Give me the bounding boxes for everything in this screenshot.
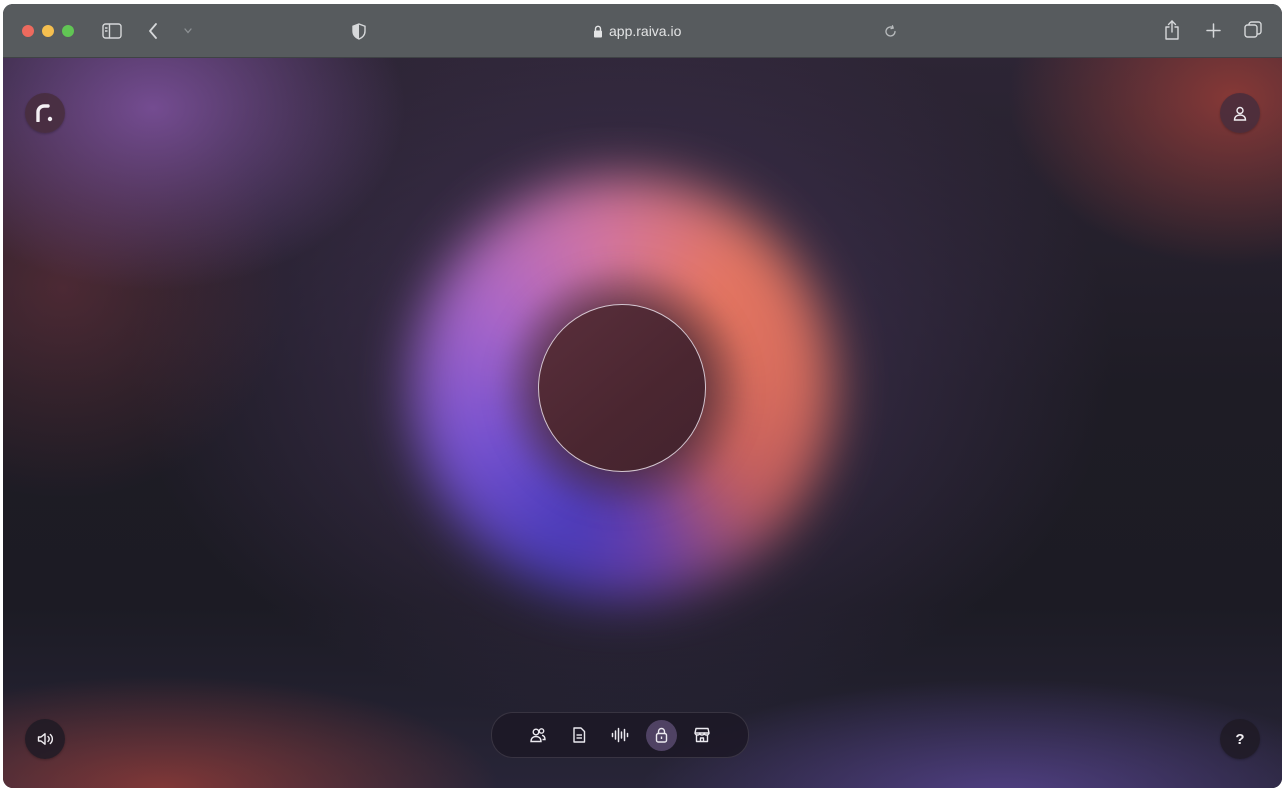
help-label: ? (1235, 730, 1245, 748)
shield-icon[interactable] (350, 21, 368, 41)
sidebar-icon[interactable] (101, 21, 123, 41)
reload-icon[interactable] (881, 22, 899, 40)
storefront-icon[interactable] (687, 720, 718, 751)
voice-orb-core[interactable] (538, 304, 706, 472)
chevron-left-icon[interactable] (145, 20, 161, 42)
lock-icon (593, 25, 603, 38)
speaker-icon[interactable] (25, 719, 65, 759)
document-icon[interactable] (564, 720, 595, 751)
share-icon[interactable] (1163, 19, 1181, 41)
browser-window: app.raiva.io ? (3, 4, 1282, 788)
waveform-icon[interactable] (605, 720, 636, 751)
address-bar[interactable]: app.raiva.io (593, 21, 681, 41)
browser-toolbar: app.raiva.io (3, 4, 1282, 58)
chevron-down-icon[interactable] (182, 25, 194, 37)
url-text: app.raiva.io (609, 23, 682, 39)
tabs-overview-icon[interactable] (1243, 20, 1263, 40)
raiva-logo-icon[interactable] (25, 93, 65, 133)
people-icon[interactable] (523, 720, 554, 751)
user-icon[interactable] (1220, 93, 1260, 133)
lock-icon[interactable] (645, 719, 677, 751)
close-window-button[interactable] (22, 25, 34, 37)
zoom-window-button[interactable] (62, 25, 74, 37)
minimize-window-button[interactable] (42, 25, 54, 37)
bottom-dock (491, 712, 749, 758)
plus-icon[interactable] (1204, 21, 1222, 39)
help-button[interactable]: ? (1220, 719, 1260, 759)
app-canvas: ? (3, 58, 1282, 788)
